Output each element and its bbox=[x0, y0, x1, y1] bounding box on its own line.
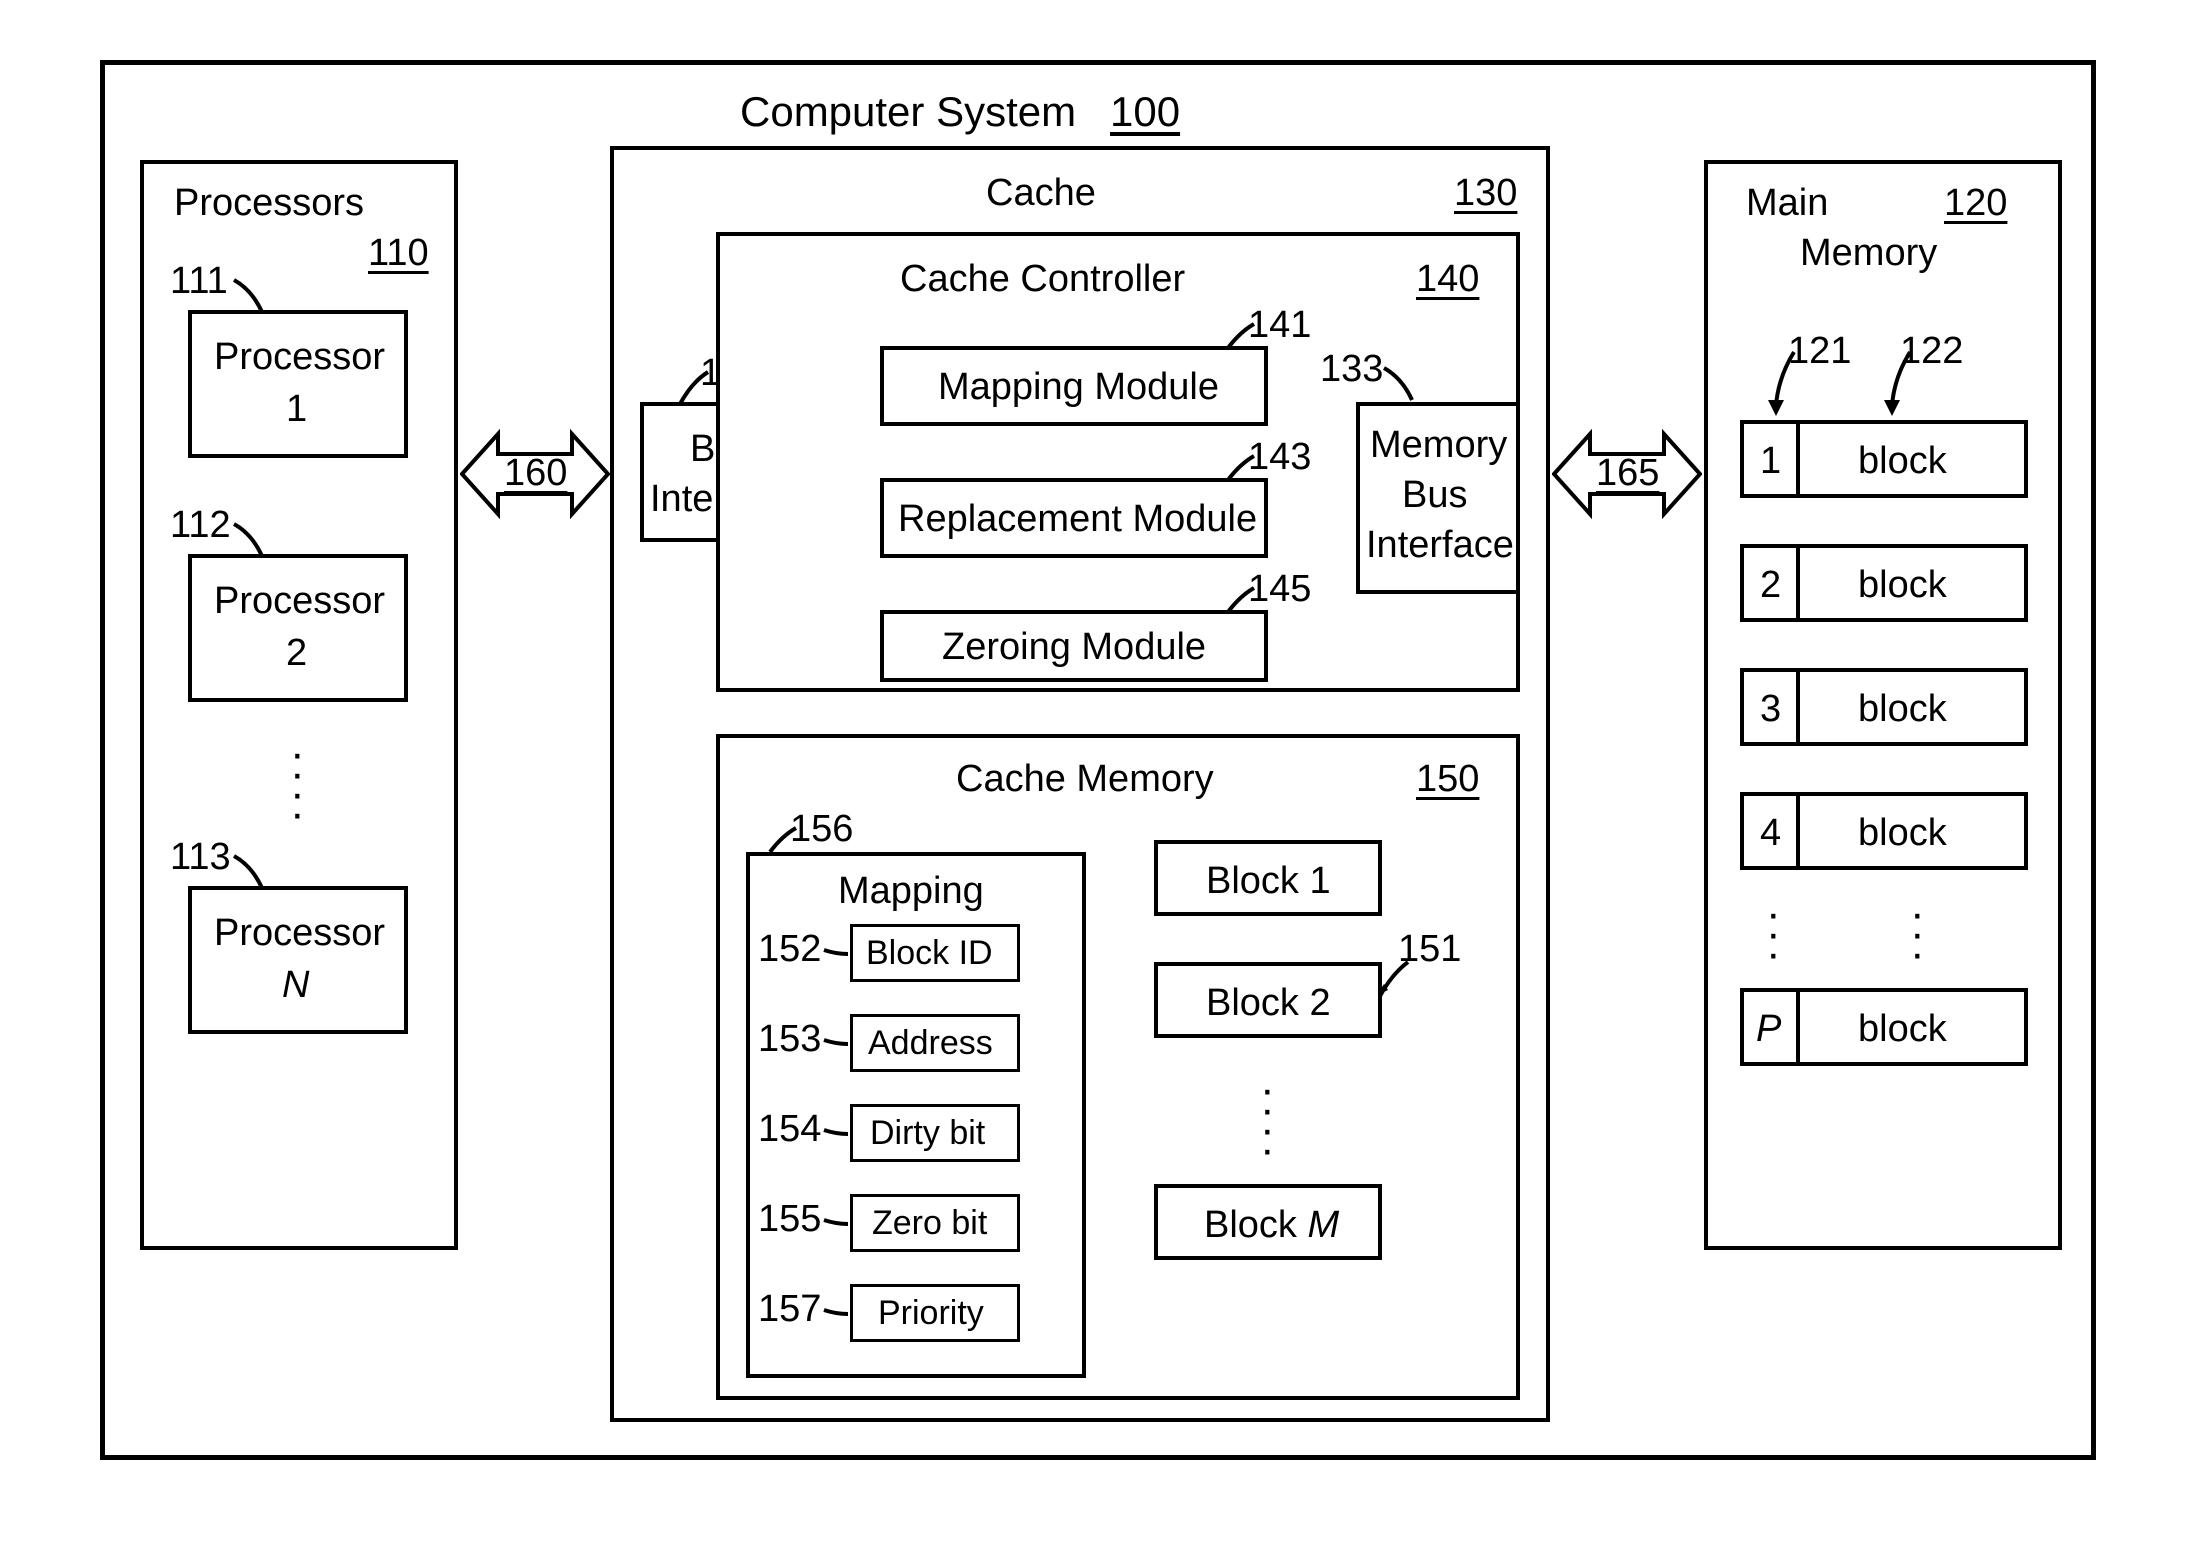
cache-memory-ref: 150 bbox=[1416, 758, 1479, 801]
zeroing-module-label: Zeroing Module bbox=[942, 626, 1206, 669]
processor-1-id: 111 bbox=[170, 260, 228, 303]
cache-title: Cache bbox=[986, 172, 1096, 215]
processors-title: Processors bbox=[174, 182, 364, 225]
mapping-field-3-label: Zero bit bbox=[872, 1204, 987, 1243]
mapping-title: Mapping bbox=[838, 870, 984, 913]
mm-row-4-idx: 4 bbox=[1760, 812, 1781, 855]
mm-row-4-div bbox=[1796, 792, 1800, 870]
processor-1-box bbox=[188, 310, 408, 458]
processor-n-label-a: Processor bbox=[214, 912, 385, 955]
main-memory-ref: 120 bbox=[1944, 182, 2007, 225]
computer-system-ref: 100 bbox=[1110, 88, 1180, 136]
mem-bus-interface-label-b: Bus bbox=[1402, 474, 1467, 517]
processor-n-label-b: N bbox=[282, 964, 309, 1007]
processor-1-label-a: Processor bbox=[214, 336, 385, 379]
processors-vdots: ···· bbox=[290, 744, 305, 824]
mm-vdots-right: ··· bbox=[1910, 904, 1925, 964]
mapping-field-0-id: 152 bbox=[758, 928, 821, 971]
processor-n-id: 113 bbox=[170, 836, 231, 879]
cache-block-1-label: Block 1 bbox=[1206, 860, 1331, 903]
leader-153 bbox=[822, 1034, 852, 1052]
mapping-field-1-id: 153 bbox=[758, 1018, 821, 1061]
cache-controller-title: Cache Controller bbox=[900, 258, 1185, 301]
leader-155 bbox=[822, 1214, 852, 1232]
mapping-field-0-label: Block ID bbox=[866, 934, 993, 973]
processor-2-label-a: Processor bbox=[214, 580, 385, 623]
leader-133 bbox=[1382, 366, 1422, 406]
cache-block-m-label: Block M bbox=[1204, 1204, 1339, 1247]
cache-block-2-label: Block 2 bbox=[1206, 982, 1331, 1025]
mem-bus-interface-label-a: Memory bbox=[1370, 424, 1507, 467]
computer-system-title: Computer System bbox=[740, 88, 1076, 136]
bus-165-ref: 165 bbox=[1596, 452, 1659, 495]
mapping-field-2-id: 154 bbox=[758, 1108, 821, 1151]
processor-n-box bbox=[188, 886, 408, 1034]
cache-blocks-vdots: ···· bbox=[1260, 1080, 1275, 1160]
mm-row-p-div bbox=[1796, 988, 1800, 1066]
mapping-field-4-label: Priority bbox=[878, 1294, 984, 1333]
cache-ref: 130 bbox=[1454, 172, 1517, 215]
mm-vdots-left: ··· bbox=[1766, 904, 1781, 964]
arrow-122 bbox=[1876, 348, 1916, 420]
cache-controller-ref: 140 bbox=[1416, 258, 1479, 301]
leader-157 bbox=[822, 1304, 852, 1322]
mapping-module-label: Mapping Module bbox=[938, 366, 1219, 409]
mm-row-1-div bbox=[1796, 420, 1800, 498]
processor-2-id: 112 bbox=[170, 504, 231, 547]
mm-row-2-div bbox=[1796, 544, 1800, 622]
cache-memory-title: Cache Memory bbox=[956, 758, 1214, 801]
bus-160-ref: 160 bbox=[504, 452, 567, 495]
arrow-121 bbox=[1760, 348, 1800, 420]
mm-row-3-idx: 3 bbox=[1760, 688, 1781, 731]
mm-row-2-label: block bbox=[1858, 564, 1947, 607]
processor-1-label-b: 1 bbox=[286, 388, 307, 431]
leader-154 bbox=[822, 1124, 852, 1142]
processors-ref: 110 bbox=[368, 232, 429, 275]
mem-bus-interface-label-c: Interface bbox=[1366, 524, 1514, 567]
mm-row-3-label: block bbox=[1858, 688, 1947, 731]
main-memory-title-a: Main bbox=[1746, 182, 1828, 225]
mem-bus-interface-id: 133 bbox=[1320, 348, 1383, 391]
mapping-field-4-id: 157 bbox=[758, 1288, 821, 1331]
mm-row-3-div bbox=[1796, 668, 1800, 746]
mapping-field-1-label: Address bbox=[868, 1024, 993, 1063]
mapping-field-2-label: Dirty bit bbox=[870, 1114, 985, 1153]
mm-row-p-idx: P bbox=[1756, 1008, 1781, 1051]
mm-row-p-label: block bbox=[1858, 1008, 1947, 1051]
mm-row-1-label: block bbox=[1858, 440, 1947, 483]
main-memory-title-b: Memory bbox=[1800, 232, 1937, 275]
mm-row-1-idx: 1 bbox=[1760, 440, 1781, 483]
mm-row-2-idx: 2 bbox=[1760, 564, 1781, 607]
replacement-module-label: Replacement Module bbox=[898, 498, 1257, 541]
leader-152 bbox=[822, 944, 852, 962]
mm-row-4-label: block bbox=[1858, 812, 1947, 855]
processor-2-label-b: 2 bbox=[286, 632, 307, 675]
mapping-field-3-id: 155 bbox=[758, 1198, 821, 1241]
processor-2-box bbox=[188, 554, 408, 702]
